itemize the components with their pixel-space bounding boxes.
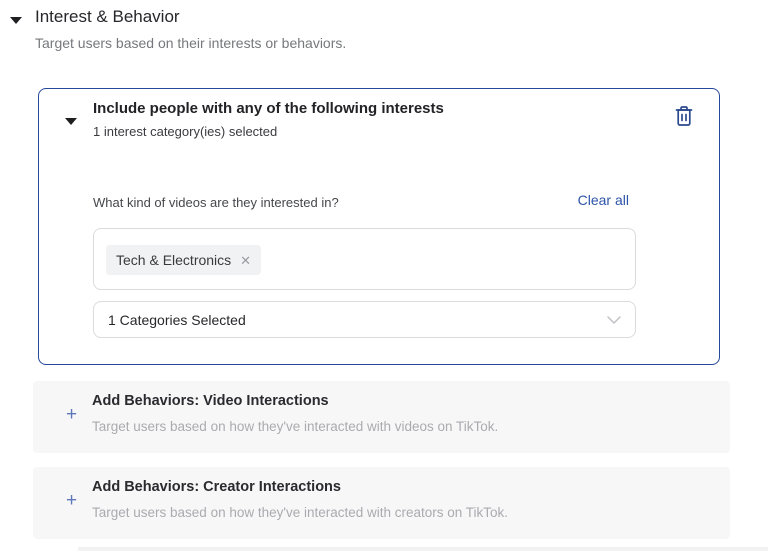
card-collapse-caret-icon[interactable]: [65, 118, 77, 125]
interest-tag-label: Tech & Electronics: [116, 252, 232, 268]
trash-icon: [674, 105, 694, 127]
delete-card-button[interactable]: [671, 103, 697, 129]
plus-icon: +: [66, 490, 78, 511]
interest-tag: Tech & Electronics ✕: [106, 245, 262, 275]
section-collapse-caret-icon[interactable]: [10, 17, 22, 24]
add-behaviors-video-panel[interactable]: + Add Behaviors: Video Interactions Targ…: [33, 381, 730, 453]
interest-question-label: What kind of videos are they interested …: [93, 195, 339, 210]
behavior-panel-title: Add Behaviors: Video Interactions: [92, 393, 329, 409]
plus-icon: +: [66, 404, 78, 425]
categories-dropdown-value: 1 Categories Selected: [108, 311, 246, 328]
interest-targeting-card: Include people with any of the following…: [38, 88, 720, 365]
chevron-down-icon: [607, 315, 621, 324]
remove-tag-icon[interactable]: ✕: [240, 254, 251, 267]
next-section-edge: [78, 547, 768, 551]
behavior-panel-description: Target users based on how they've intera…: [92, 505, 509, 520]
section-subtitle: Target users based on their interests or…: [35, 35, 347, 51]
categories-dropdown[interactable]: 1 Categories Selected: [93, 301, 636, 338]
behavior-panel-title: Add Behaviors: Creator Interactions: [92, 479, 341, 495]
behavior-panel-description: Target users based on how they've intera…: [92, 419, 499, 434]
card-subtitle: 1 interest category(ies) selected: [93, 124, 278, 139]
section-title: Interest & Behavior: [35, 7, 180, 26]
interest-tag-input[interactable]: Tech & Electronics ✕: [93, 228, 636, 290]
clear-all-link[interactable]: Clear all: [578, 192, 629, 208]
add-behaviors-creator-panel[interactable]: + Add Behaviors: Creator Interactions Ta…: [33, 467, 730, 539]
card-title: Include people with any of the following…: [93, 100, 444, 117]
